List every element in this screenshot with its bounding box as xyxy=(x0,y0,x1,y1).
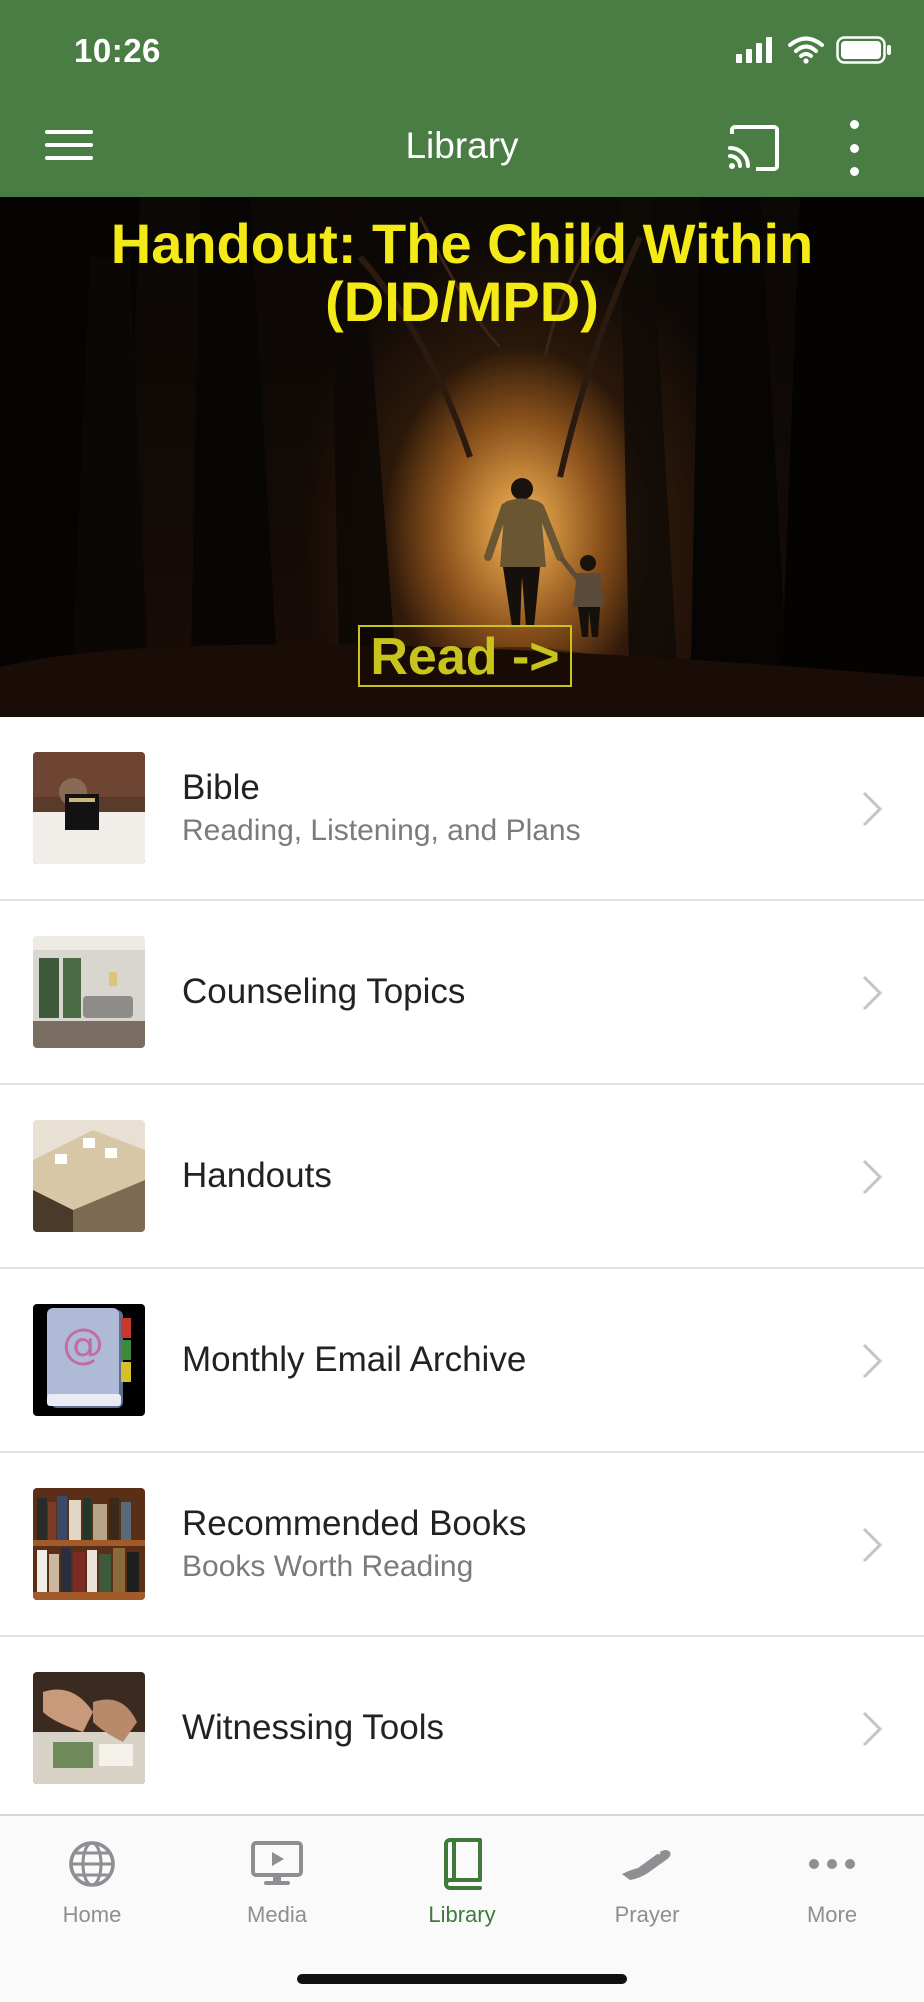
bookshelf-thumbnail xyxy=(33,1488,145,1600)
svg-text:@: @ xyxy=(62,1319,104,1368)
witnessing-tools-thumbnail xyxy=(33,1672,145,1784)
hero-title: Handout: The Child Within (DID/MPD) xyxy=(110,212,814,333)
globe-icon xyxy=(69,1841,115,1887)
tab-label: Media xyxy=(247,1902,307,1927)
chevron-right-icon xyxy=(862,975,883,1011)
file-cabinet-thumbnail xyxy=(33,1120,145,1232)
tab-more[interactable]: More xyxy=(762,1836,902,1928)
list-item-title: Handouts xyxy=(182,1156,332,1195)
chevron-right-icon xyxy=(862,1711,883,1747)
chevron-right-icon xyxy=(862,791,883,827)
app-header: 10:26 Library xyxy=(0,0,924,197)
tab-label: Home xyxy=(62,1902,122,1927)
tab-library[interactable]: Library xyxy=(392,1836,532,1928)
hero-banner[interactable]: Handout: The Child Within (DID/MPD) Read… xyxy=(0,197,924,717)
chevron-right-icon xyxy=(862,1527,883,1563)
signal-icon xyxy=(736,37,772,63)
list-item-witnessing-tools[interactable]: Witnessing Tools xyxy=(0,1637,924,1819)
praying-hands-icon xyxy=(622,1850,671,1880)
more-vertical-icon[interactable] xyxy=(840,120,868,176)
battery-icon xyxy=(836,36,891,64)
list-item-handouts[interactable]: Handouts xyxy=(0,1085,924,1269)
counseling-room-thumbnail xyxy=(33,936,145,1048)
tab-home[interactable]: Home xyxy=(22,1836,162,1928)
tab-label: Library xyxy=(428,1902,496,1927)
more-horizontal-icon xyxy=(809,1859,855,1869)
list-item-subtitle: Reading, Listening, and Plans xyxy=(182,814,581,847)
list-item-monthly-email-archive[interactable]: @ Monthly Email Archive xyxy=(0,1269,924,1453)
bible-thumbnail xyxy=(33,752,145,864)
list-item-counseling-topics[interactable]: Counseling Topics xyxy=(0,901,924,1085)
list-item-bible[interactable]: Bible Reading, Listening, and Plans xyxy=(0,717,924,901)
read-button[interactable]: Read -> xyxy=(358,625,572,687)
page-title: Library xyxy=(405,125,519,166)
status-icons xyxy=(736,36,892,64)
library-list: Bible Reading, Listening, and Plans Coun… xyxy=(0,717,924,1819)
wifi-icon xyxy=(788,36,824,64)
tab-label: More xyxy=(806,1902,858,1927)
email-book-thumbnail: @ xyxy=(33,1304,145,1416)
list-item-title: Recommended Books xyxy=(182,1504,527,1543)
home-indicator[interactable] xyxy=(297,1974,627,1984)
status-time: 10:26 xyxy=(74,32,161,69)
monitor-play-icon xyxy=(251,1841,303,1885)
tab-media[interactable]: Media xyxy=(207,1836,347,1928)
chevron-right-icon xyxy=(862,1159,883,1195)
list-item-title: Counseling Topics xyxy=(182,972,466,1011)
book-icon xyxy=(444,1838,482,1890)
list-item-title: Witnessing Tools xyxy=(182,1708,444,1747)
list-item-recommended-books[interactable]: Recommended Books Books Worth Reading xyxy=(0,1453,924,1637)
chevron-right-icon xyxy=(862,1343,883,1379)
list-item-subtitle: Books Worth Reading xyxy=(182,1550,474,1583)
tab-prayer[interactable]: Prayer xyxy=(577,1836,717,1928)
tab-label: Prayer xyxy=(614,1902,680,1927)
cast-icon[interactable] xyxy=(726,124,782,172)
list-item-title: Monthly Email Archive xyxy=(182,1340,527,1379)
list-item-title: Bible xyxy=(182,768,260,807)
